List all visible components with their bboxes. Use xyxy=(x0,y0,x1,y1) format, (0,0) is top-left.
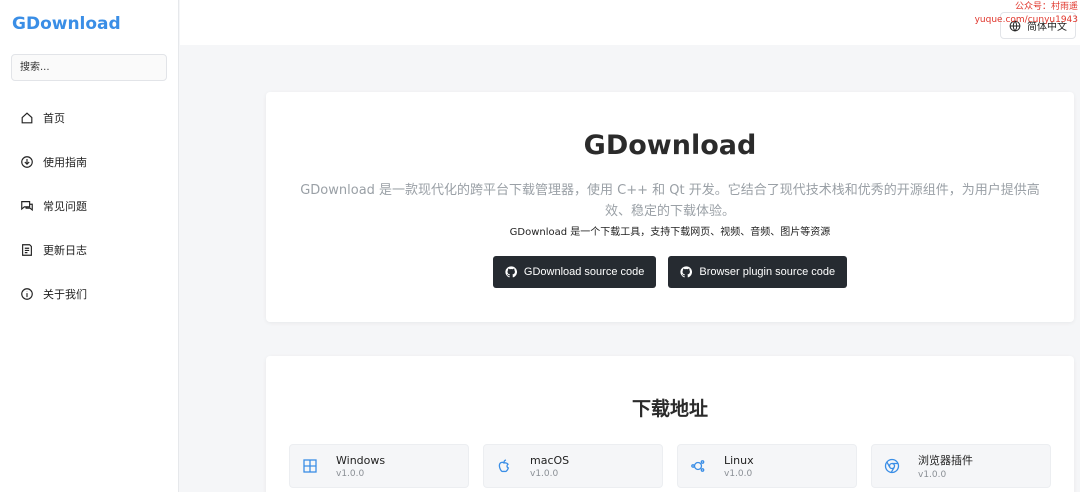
sidebar: GDownload 首页 使用指南 常见问题 更新日志 xyxy=(0,0,179,492)
downloads-title: 下载地址 xyxy=(631,398,708,420)
sidebar-item-label: 更新日志 xyxy=(43,244,87,257)
download-macos[interactable]: macOS v1.0.0 xyxy=(483,444,663,488)
download-circle-icon xyxy=(20,155,34,169)
windows-icon xyxy=(302,458,318,474)
download-browser-plugin[interactable]: 浏览器插件 v1.0.0 xyxy=(871,444,1051,488)
watermark-line: yuque.com/cunyu1943 xyxy=(974,15,1078,25)
chrome-icon xyxy=(884,458,900,474)
sidebar-nav: 首页 使用指南 常见问题 更新日志 关于我们 xyxy=(0,96,179,316)
sidebar-item-changelog[interactable]: 更新日志 xyxy=(0,228,179,272)
downloads-grid: Windows v1.0.0 macOS v1.0.0 Linux v1.0.0 xyxy=(289,444,1051,488)
browser-plugin-source-button[interactable]: Browser plugin source code xyxy=(668,256,848,288)
download-name: macOS xyxy=(530,453,570,467)
app-logo[interactable]: GDownload xyxy=(12,14,121,34)
sidebar-item-home[interactable]: 首页 xyxy=(0,96,179,140)
sidebar-item-faq[interactable]: 常见问题 xyxy=(0,184,179,228)
gdownload-source-button[interactable]: GDownload source code xyxy=(492,256,657,288)
sidebar-item-label: 常见问题 xyxy=(43,200,87,213)
button-label: Browser plugin source code xyxy=(699,266,836,278)
top-bar: 简体中文 公众号：村雨遥 yuque.com/cunyu1943 xyxy=(180,0,1080,45)
download-name: 浏览器插件 xyxy=(918,454,973,467)
hero-description: GDownload 是一款现代化的跨平台下载管理器，使用 C++ 和 Qt 开发… xyxy=(300,183,1040,219)
hero-subtitle: GDownload 是一个下载工具，支持下载网页、视频、音频、图片等资源 xyxy=(509,227,831,238)
hero-card: GDownload GDownload 是一款现代化的跨平台下载管理器，使用 C… xyxy=(266,92,1074,322)
document-icon xyxy=(20,243,34,257)
sidebar-item-label: 关于我们 xyxy=(43,288,87,301)
sidebar-item-label: 首页 xyxy=(43,112,65,125)
sidebar-item-label: 使用指南 xyxy=(43,156,87,169)
sidebar-item-about[interactable]: 关于我们 xyxy=(0,272,179,316)
download-name: Linux xyxy=(724,453,754,467)
github-icon xyxy=(680,266,693,278)
sidebar-item-guide[interactable]: 使用指南 xyxy=(0,140,179,184)
watermark: 公众号：村雨遥 yuque.com/cunyu1943 xyxy=(975,1,1078,27)
linux-icon xyxy=(690,458,706,474)
apple-icon xyxy=(496,458,512,474)
downloads-card: 下载地址 Windows v1.0.0 macOS v1.0.0 Linux v… xyxy=(266,356,1074,492)
hero-buttons: GDownload source code Browser plugin sou… xyxy=(266,256,1074,288)
download-linux[interactable]: Linux v1.0.0 xyxy=(677,444,857,488)
github-icon xyxy=(505,266,517,278)
download-name: Windows xyxy=(336,453,386,467)
watermark-line: 公众号：村雨遥 xyxy=(1014,2,1078,12)
search-input[interactable] xyxy=(11,54,167,81)
hero-title: GDownload xyxy=(583,130,757,161)
chat-icon xyxy=(20,199,34,213)
info-icon xyxy=(20,287,34,301)
download-windows[interactable]: Windows v1.0.0 xyxy=(289,444,469,488)
download-version: v1.0.0 xyxy=(724,468,753,479)
button-label: GDownload source code xyxy=(523,266,645,278)
download-version: v1.0.0 xyxy=(918,470,947,480)
download-version: v1.0.0 xyxy=(336,468,365,479)
download-version: v1.0.0 xyxy=(530,468,559,479)
home-icon xyxy=(20,111,34,125)
